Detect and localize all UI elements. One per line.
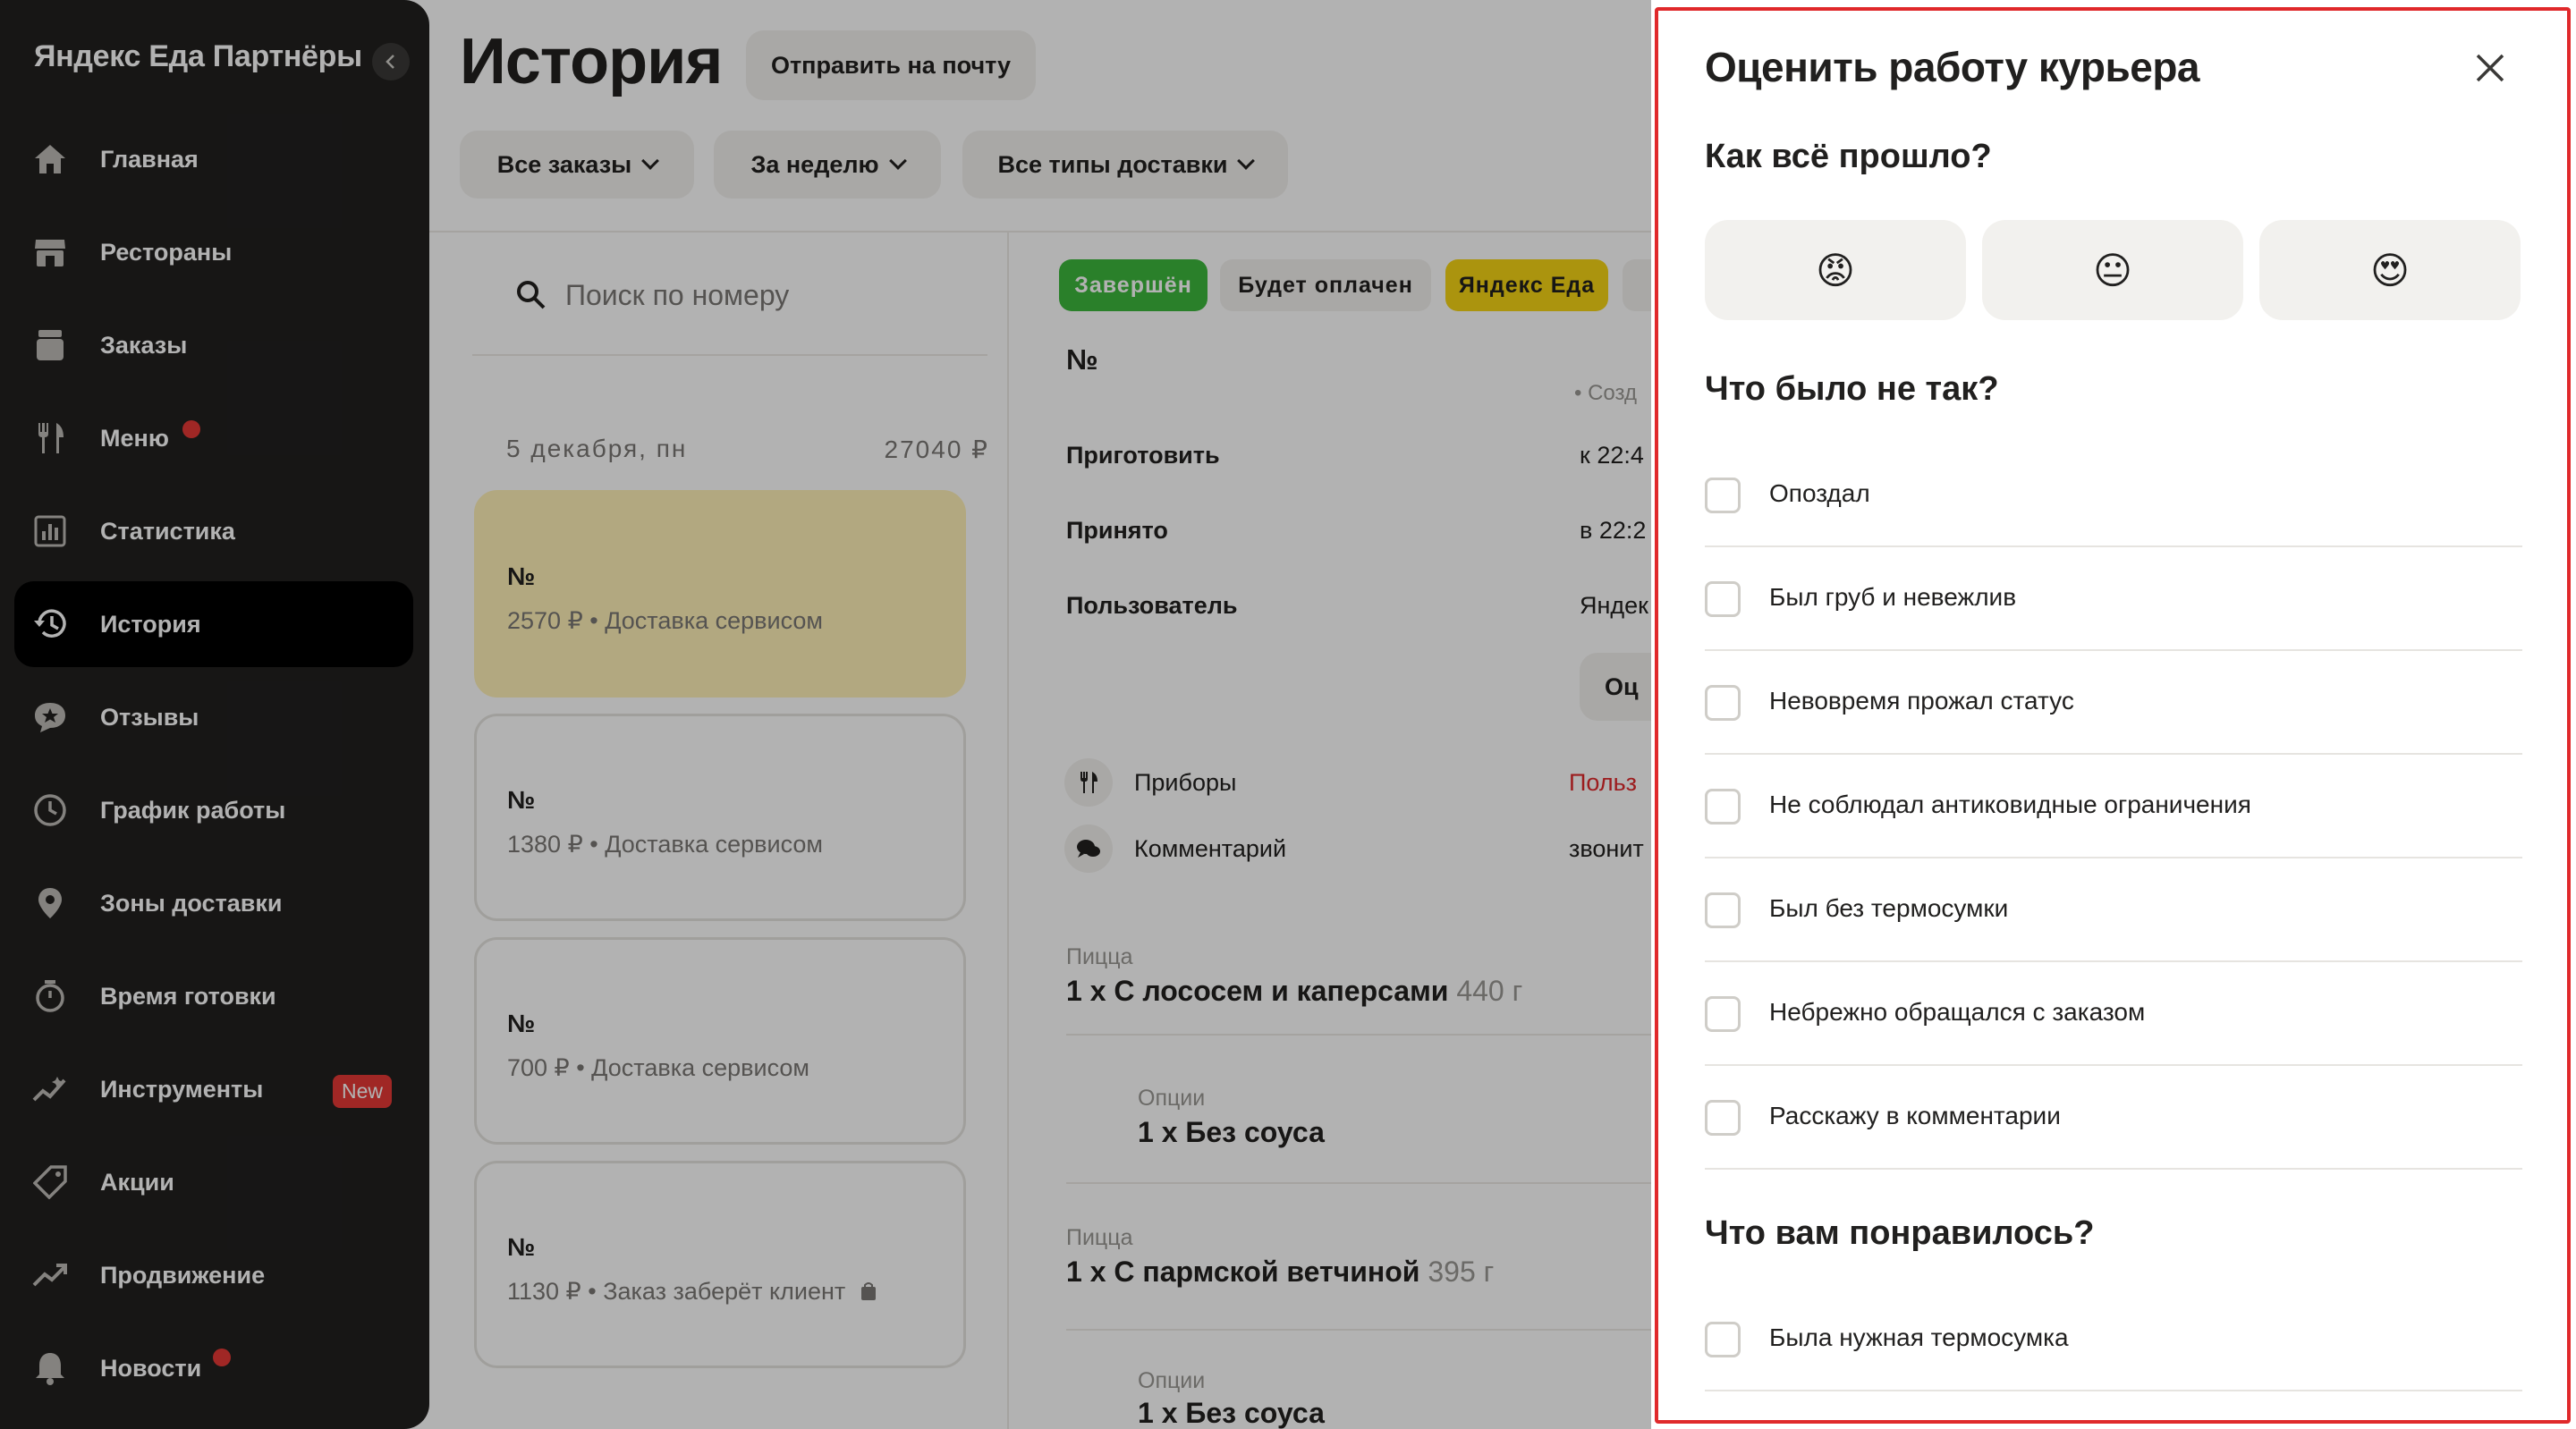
close-icon: [2476, 54, 2504, 82]
mood-angry-button[interactable]: 😡: [1705, 220, 1966, 320]
option-careless[interactable]: Небрежно обращался с заказом: [1705, 962, 2522, 1066]
checkbox[interactable]: [1705, 478, 1741, 513]
angry-face-icon: 😡: [1816, 248, 1855, 292]
checkbox[interactable]: [1705, 892, 1741, 928]
mood-love-button[interactable]: 😍: [2259, 220, 2521, 320]
checkbox-label: Не соблюдал антиковидные ограничения: [1769, 791, 2251, 818]
checkbox[interactable]: [1705, 996, 1741, 1032]
checkbox[interactable]: [1705, 581, 1741, 617]
checkbox[interactable]: [1705, 1100, 1741, 1136]
checkbox-label: Опоздал: [1769, 479, 1870, 507]
checkbox[interactable]: [1705, 789, 1741, 824]
option-covid-rules[interactable]: Не соблюдал антиковидные ограничения: [1705, 755, 2522, 858]
option-late[interactable]: Опоздал: [1705, 444, 2522, 547]
neutral-face-icon: 😐: [2093, 248, 2132, 292]
mood-neutral-button[interactable]: 😐: [1982, 220, 2243, 320]
option-wrong-status[interactable]: Невовремя прожал статус: [1705, 651, 2522, 755]
checkbox-label: Расскажу в комментарии: [1769, 1102, 2061, 1129]
divider: [1705, 1390, 2522, 1391]
section-heading: Что было не так?: [1705, 370, 1999, 408]
divider: [1705, 1168, 2522, 1170]
modal-backdrop[interactable]: [0, 0, 1651, 1429]
option-no-thermal-bag[interactable]: Был без термосумки: [1705, 858, 2522, 962]
checkbox[interactable]: [1705, 685, 1741, 721]
option-had-thermal-bag[interactable]: Была нужная термосумка: [1705, 1288, 2522, 1391]
checkbox[interactable]: [1705, 1322, 1741, 1357]
checkbox-label: Небрежно обращался с заказом: [1769, 998, 2146, 1026]
modal-title: Оценить работу курьера: [1705, 44, 2200, 90]
checkbox-label: Был груб и невежлив: [1769, 583, 2017, 611]
heart-eyes-face-icon: 😍: [2370, 248, 2410, 292]
checkbox-label: Невовремя прожал статус: [1769, 687, 2074, 714]
rate-courier-modal: Оценить работу курьера Как всё прошло? 😡…: [1651, 0, 2576, 1429]
close-button[interactable]: [2465, 43, 2515, 93]
section-heading: Как всё прошло?: [1705, 138, 1992, 175]
checkbox-label: Была нужная термосумка: [1769, 1323, 2069, 1351]
section-heading: Что вам понравилось?: [1705, 1214, 2095, 1252]
option-rude[interactable]: Был груб и невежлив: [1705, 547, 2522, 651]
checkbox-label: Был без термосумки: [1769, 894, 2009, 922]
option-tell-in-comment[interactable]: Расскажу в комментарии: [1705, 1066, 2522, 1170]
